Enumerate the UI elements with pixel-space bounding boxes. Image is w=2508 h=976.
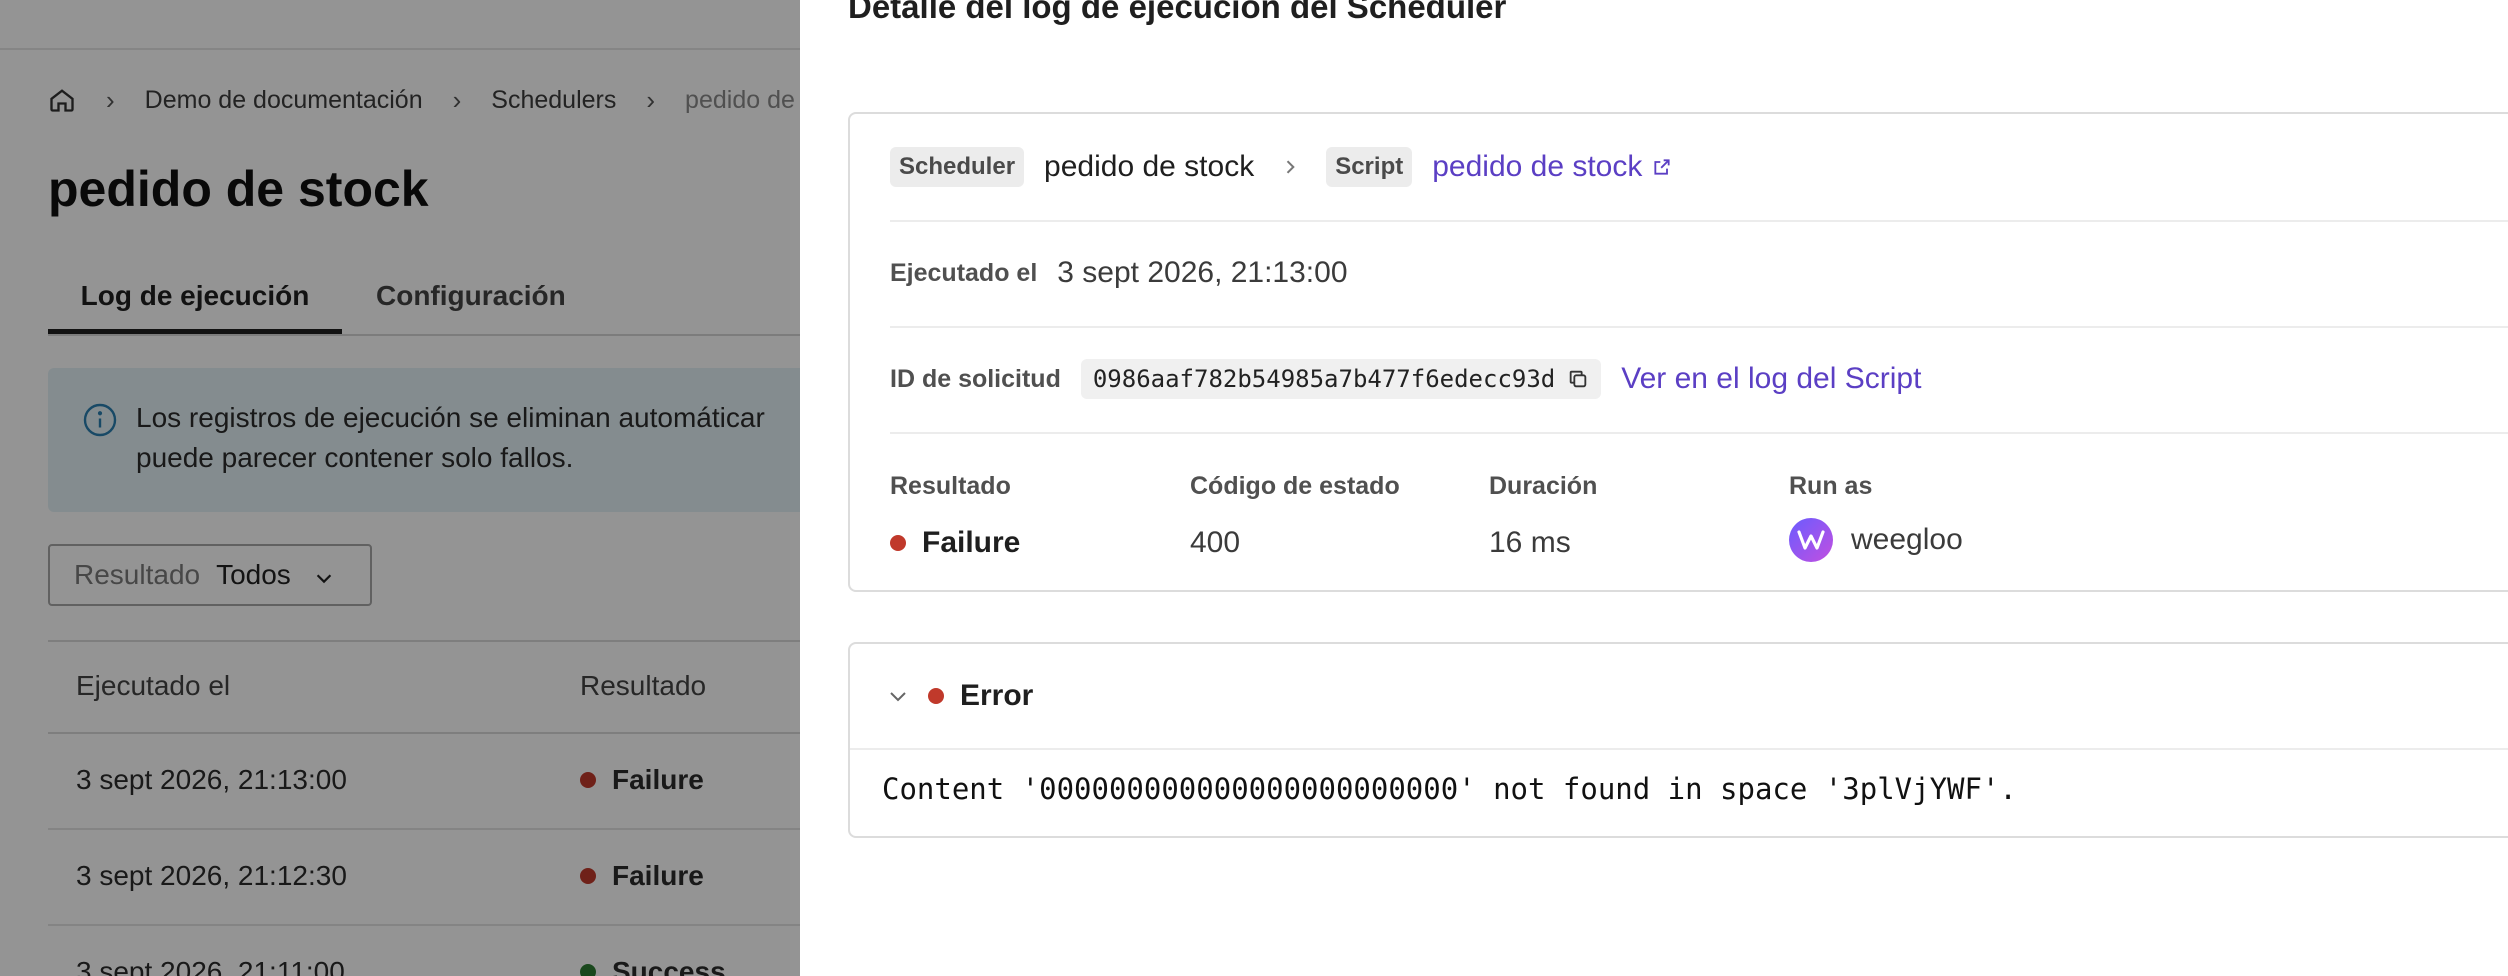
result-value: Failure [922,526,1021,559]
duration-value: 16 ms [1489,526,1571,559]
request-id-row: ID de solicitud 0986aaf782b54985a7b477f6… [890,326,2508,434]
status-code-label: Código de estado [1190,472,1400,500]
run-as-label: Run as [1789,472,1873,500]
run-as-value: weegloo [1851,523,1963,556]
executed-at-row: Ejecutado el 3 sept 2026, 21:13:00 [890,220,2508,328]
view-script-log-link[interactable]: Ver en el log del Script [1621,362,1921,396]
request-id-label: ID de solicitud [890,364,1061,393]
scheduler-script-row: Scheduler pedido de stock Script pedido … [890,114,2508,222]
copy-icon[interactable] [1567,368,1589,390]
status-code-value: 400 [1190,526,1241,559]
failure-status-dot [890,535,906,551]
executed-at-label: Ejecutado el [890,258,1038,287]
result-label: Resultado [890,472,1011,500]
request-id-value: 0986aaf782b54985a7b477f6edecc93d [1092,365,1556,393]
external-link-icon[interactable] [1652,157,1672,177]
avatar [1789,518,1833,562]
scheduler-tag: Scheduler [890,147,1025,187]
result-details-grid: Resultado Failure Código de estado 400 D… [890,432,2508,594]
error-title: Error [960,679,1034,712]
error-status-dot [928,688,944,704]
scheduler-name: pedido de stock [1044,150,1255,183]
request-id-chip: 0986aaf782b54985a7b477f6edecc93d [1080,359,1602,399]
script-link[interactable]: pedido de stock [1432,150,1642,184]
modal-backdrop[interactable] [0,0,800,976]
log-summary-card: Scheduler pedido de stock Script pedido … [848,112,2508,592]
executed-at-value: 3 sept 2026, 21:13:00 [1057,256,1348,289]
chevron-down-icon[interactable] [886,684,910,708]
error-message: Content '000000000000000000000000' not f… [882,772,2017,806]
log-detail-drawer: Detalle del log de ejecución del Schedul… [800,0,2508,976]
result-value-wrap: Failure [890,526,1020,560]
script-tag: Script [1326,147,1413,187]
drawer-title: Detalle del log de ejecución del Schedul… [848,0,1507,25]
chevron-right-icon [1280,157,1300,177]
error-panel: Error Content '000000000000000000000000'… [848,642,2508,838]
error-panel-header[interactable]: Error [850,644,2508,750]
run-as-value-wrap: weegloo [1789,518,1963,562]
duration-label: Duración [1489,472,1598,500]
